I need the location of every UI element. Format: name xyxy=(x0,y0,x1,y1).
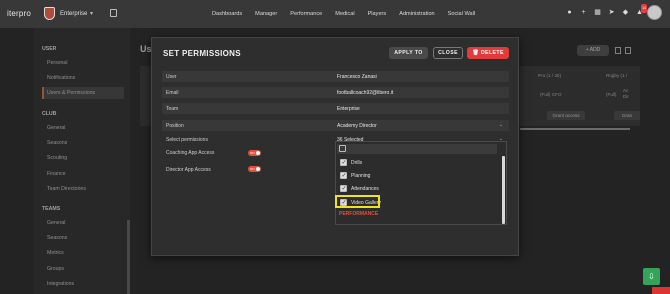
permissions-label: Select permissions xyxy=(166,137,208,143)
option-label: Attendances xyxy=(351,186,379,192)
team-value: Enterprise xyxy=(337,106,360,112)
apply-to-button[interactable]: APPLY TO xyxy=(389,47,428,59)
attendances-checkbox[interactable] xyxy=(340,185,347,192)
coaching-app-label: Coaching App Access xyxy=(166,150,215,156)
nav-performance[interactable]: Performance xyxy=(290,11,322,17)
calendar-icon[interactable] xyxy=(110,9,117,17)
planning-checkbox[interactable] xyxy=(340,172,347,179)
trash-icon: 🗑 xyxy=(472,50,480,56)
user-row: User Francesco Zanasi xyxy=(162,71,509,82)
highlight-box xyxy=(335,195,380,208)
plus-icon[interactable]: + xyxy=(579,8,588,17)
version-tag xyxy=(652,287,670,294)
select-all-checkbox[interactable] xyxy=(339,145,346,152)
dropdown-scrollbar[interactable] xyxy=(502,156,505,224)
group-heading-performance: PERFORMANCE xyxy=(339,211,379,217)
coaching-app-toggle[interactable]: ON xyxy=(248,150,261,156)
delete-button[interactable]: 🗑 DELETE xyxy=(467,47,509,59)
email-row: Email footballcoach92@libero.it xyxy=(162,87,509,98)
club-selector[interactable]: Enterprise xyxy=(60,11,87,17)
nav-players[interactable]: Players xyxy=(368,11,387,17)
option-label: Planning xyxy=(351,173,371,179)
permissions-dropdown: Drills Planning Attendances Video Galler… xyxy=(335,141,507,225)
top-bar: iterpro Enterprise ▾ Dashboards Manager … xyxy=(0,0,670,28)
nav-administration[interactable]: Administration xyxy=(399,11,434,17)
position-select[interactable]: Position Academy Director ⌄ xyxy=(162,120,509,131)
nav-social-wall[interactable]: Social Wall xyxy=(448,11,475,17)
director-app-toggle[interactable]: ON xyxy=(248,166,261,172)
position-label: Position xyxy=(166,123,184,129)
club-crest-icon xyxy=(44,7,55,20)
bell-icon[interactable]: ▲ 14 xyxy=(635,4,647,17)
email-label: Email xyxy=(166,90,179,96)
nav-dashboards[interactable]: Dashboards xyxy=(212,11,242,17)
team-label: Team xyxy=(166,106,179,112)
app-logo[interactable]: iterpro xyxy=(7,9,31,18)
toggle-text: ON xyxy=(250,166,255,171)
option-label: Drills xyxy=(351,160,363,166)
send-icon[interactable]: ➤ xyxy=(607,8,616,17)
user-label: User xyxy=(166,74,177,80)
calendar-icon[interactable]: ▦ xyxy=(593,8,602,17)
director-app-label: Director App Access xyxy=(166,167,211,173)
close-button[interactable]: CLOSE xyxy=(433,47,463,59)
top-icons: ● + ▦ ➤ ◆ ▲ 14 xyxy=(565,4,647,17)
position-value: Academy Director xyxy=(337,123,377,129)
user-avatar[interactable] xyxy=(647,5,662,20)
chevron-down-icon[interactable]: ▾ xyxy=(90,10,93,17)
chevron-down-icon: ⌄ xyxy=(498,122,503,128)
help-icon[interactable]: ● xyxy=(565,8,574,17)
email-value: footballcoach92@libero.it xyxy=(337,90,394,96)
download-icon[interactable]: ⇩ xyxy=(643,268,660,285)
nav-medical[interactable]: Medical xyxy=(335,11,354,17)
team-row: Team Enterprise xyxy=(162,103,509,114)
delete-label: DELETE xyxy=(480,50,504,56)
main-nav: Dashboards Manager Performance Medical P… xyxy=(212,11,475,17)
toggle-text: ON xyxy=(250,150,255,155)
drills-checkbox[interactable] xyxy=(340,159,347,166)
chat-icon[interactable]: ◆ xyxy=(621,8,630,17)
nav-manager[interactable]: Manager xyxy=(255,11,277,17)
dropdown-search-row[interactable] xyxy=(337,144,497,154)
user-value: Francesco Zanasi xyxy=(337,74,377,80)
modal-title: SET PERMISSIONS xyxy=(163,49,241,58)
